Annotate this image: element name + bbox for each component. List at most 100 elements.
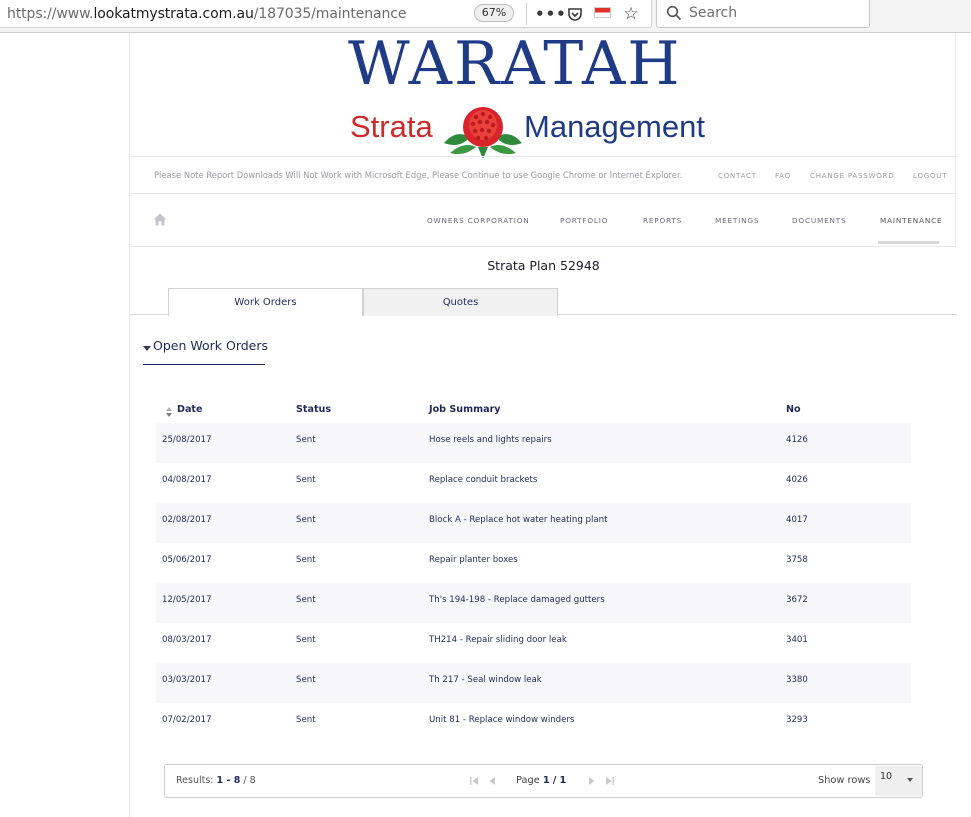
table-row[interactable]: 08/03/2017 Sent TH214 - Repair sliding doo…: [156, 623, 911, 663]
cell-date: 05/06/2017: [162, 555, 212, 565]
cell-status: Sent: [296, 595, 316, 605]
first-page-icon[interactable]: [469, 776, 479, 786]
cell-date: 07/02/2017: [162, 715, 212, 725]
nav-meetings[interactable]: MEETINGS: [715, 216, 759, 225]
maintenance-content: Strata Plan 52948 Work Orders Quotes Ope…: [130, 247, 957, 817]
table-body: 25/08/2017 Sent Hose reels and lights repa…: [156, 423, 911, 743]
cell-number: 3293: [786, 715, 808, 725]
search-input[interactable]: [689, 3, 859, 23]
table-row[interactable]: 25/08/2017 Sent Hose reels and lights repa…: [156, 423, 911, 463]
cell-date: 25/08/2017: [162, 435, 212, 445]
zoom-level-badge[interactable]: 67%: [474, 4, 514, 22]
cell-job-summary: Block A - Replace hot water heating plan…: [429, 515, 608, 525]
results-total: 8: [249, 775, 256, 786]
url-path: /187035/maintenance: [253, 6, 407, 22]
cell-number: 3758: [786, 555, 808, 565]
cell-date: 04/08/2017: [162, 475, 212, 485]
address-bar[interactable]: https://www.lookatmystrata.com.au/187035…: [0, 0, 652, 28]
tab-work-orders[interactable]: Work Orders: [168, 288, 363, 316]
cell-job-summary: TH214 - Repair sliding door leak: [429, 635, 567, 645]
table-row[interactable]: 04/08/2017 Sent Replace conduit brackets 40…: [156, 463, 911, 503]
column-header-date[interactable]: Date: [177, 404, 203, 415]
sort-icon[interactable]: [166, 407, 172, 417]
page-separator: /: [552, 775, 557, 786]
table-row[interactable]: 03/03/2017 Sent Th 217 - Seal window leak 3…: [156, 663, 911, 703]
previous-page-icon[interactable]: [487, 776, 497, 786]
section-title: Open Work Orders: [153, 338, 269, 353]
cell-job-summary: Th 217 - Seal window leak: [429, 675, 542, 685]
pocket-icon[interactable]: [565, 4, 585, 24]
cell-status: Sent: [296, 715, 316, 725]
notice-bar: Please Note Report Downloads Will Not Wo…: [130, 156, 957, 194]
table-row[interactable]: 02/08/2017 Sent Block A - Replace hot wate…: [156, 503, 911, 543]
column-header-no[interactable]: No: [786, 404, 801, 415]
cell-job-summary: Unit 81 - Replace window winders: [429, 715, 575, 725]
cell-status: Sent: [296, 675, 316, 685]
cell-job-summary: Replace conduit brackets: [429, 475, 538, 485]
results-summary: Results: 1 - 8 / 8: [176, 775, 256, 786]
open-work-orders-toggle[interactable]: Open Work Orders: [143, 337, 269, 365]
column-header-job-summary[interactable]: Job Summary: [429, 404, 501, 415]
home-icon[interactable]: [153, 213, 167, 226]
cell-number: 4026: [786, 475, 808, 485]
page-container: WARATAH Strata Management Please Note Re…: [129, 29, 957, 817]
change-password-link[interactable]: CHANGE PASSWORD: [810, 172, 894, 180]
table-pager: Results: 1 - 8 / 8 Page 1 / 1 Show rows …: [164, 764, 923, 798]
cell-status: Sent: [296, 435, 316, 445]
waratah-flower-icon: [444, 107, 522, 159]
cell-number: 3401: [786, 635, 808, 645]
cell-date: 12/05/2017: [162, 595, 212, 605]
column-header-status[interactable]: Status: [296, 404, 331, 415]
logo-word-strata: Strata: [350, 109, 433, 144]
cell-status: Sent: [296, 635, 316, 645]
last-page-icon[interactable]: [605, 776, 615, 786]
page-total: 1: [559, 775, 567, 786]
contact-link[interactable]: CONTACT: [718, 172, 757, 180]
cell-job-summary: Repair planter boxes: [429, 555, 518, 565]
table-row[interactable]: 05/06/2017 Sent Repair planter boxes 3758: [156, 543, 911, 583]
cell-number: 4017: [786, 515, 808, 525]
page-current: 1: [542, 775, 550, 786]
logout-link[interactable]: LOGOUT: [913, 172, 947, 180]
cell-date: 08/03/2017: [162, 635, 212, 645]
cell-number: 3672: [786, 595, 808, 605]
tab-quotes[interactable]: Quotes: [363, 288, 558, 316]
results-range: 1 - 8: [216, 775, 241, 786]
page-label: Page: [516, 775, 540, 786]
table-row[interactable]: 07/02/2017 Sent Unit 81 - Replace window w…: [156, 703, 911, 743]
faq-link[interactable]: FAQ: [775, 172, 791, 180]
cell-date: 03/03/2017: [162, 675, 212, 685]
bookmark-star-icon[interactable]: ☆: [621, 4, 641, 24]
results-separator: /: [243, 775, 247, 786]
next-page-icon[interactable]: [587, 776, 597, 786]
page-title: Strata Plan 52948: [487, 258, 600, 273]
rows-per-page-value: 10: [880, 771, 893, 782]
nav-owners-corporation[interactable]: OWNERS CORPORATION: [427, 216, 530, 225]
tab-bar: Work Orders Quotes: [130, 288, 957, 316]
nav-reports[interactable]: REPORTS: [643, 216, 682, 225]
page-actions-more-icon[interactable]: •••: [535, 4, 566, 24]
cell-status: Sent: [296, 555, 316, 565]
logo-word-management: Management: [524, 109, 705, 144]
active-nav-indicator: [878, 241, 939, 244]
nav-maintenance[interactable]: MAINTENANCE: [880, 216, 942, 225]
nav-documents[interactable]: DOCUMENTS: [792, 216, 846, 225]
browser-compatibility-notice: Please Note Report Downloads Will Not Wo…: [154, 170, 683, 180]
cell-status: Sent: [296, 475, 316, 485]
cell-job-summary: Hose reels and lights repairs: [429, 435, 552, 445]
url-prefix: https://www.: [7, 6, 94, 22]
work-orders-table: Date Status Job Summary No 25/08/2017 Sen…: [156, 397, 911, 743]
address-bar-divider: [526, 3, 527, 25]
cell-job-summary: Th's 194-198 - Replace damaged gutters: [429, 595, 605, 605]
results-label: Results:: [176, 775, 214, 786]
nav-portfolio[interactable]: PORTFOLIO: [560, 216, 608, 225]
country-flag-icon[interactable]: [594, 7, 611, 18]
browser-search-box[interactable]: [656, 0, 870, 28]
rows-per-page-select[interactable]: 10: [875, 766, 922, 796]
url-text[interactable]: https://www.lookatmystrata.com.au/187035…: [7, 6, 407, 22]
waratah-logo[interactable]: WARATAH Strata Management: [130, 29, 957, 159]
cell-date: 02/08/2017: [162, 515, 212, 525]
url-domain: lookatmystrata.com.au: [93, 6, 254, 22]
table-row[interactable]: 12/05/2017 Sent Th's 194-198 - Replace dam…: [156, 583, 911, 623]
caret-down-icon: [143, 346, 151, 351]
